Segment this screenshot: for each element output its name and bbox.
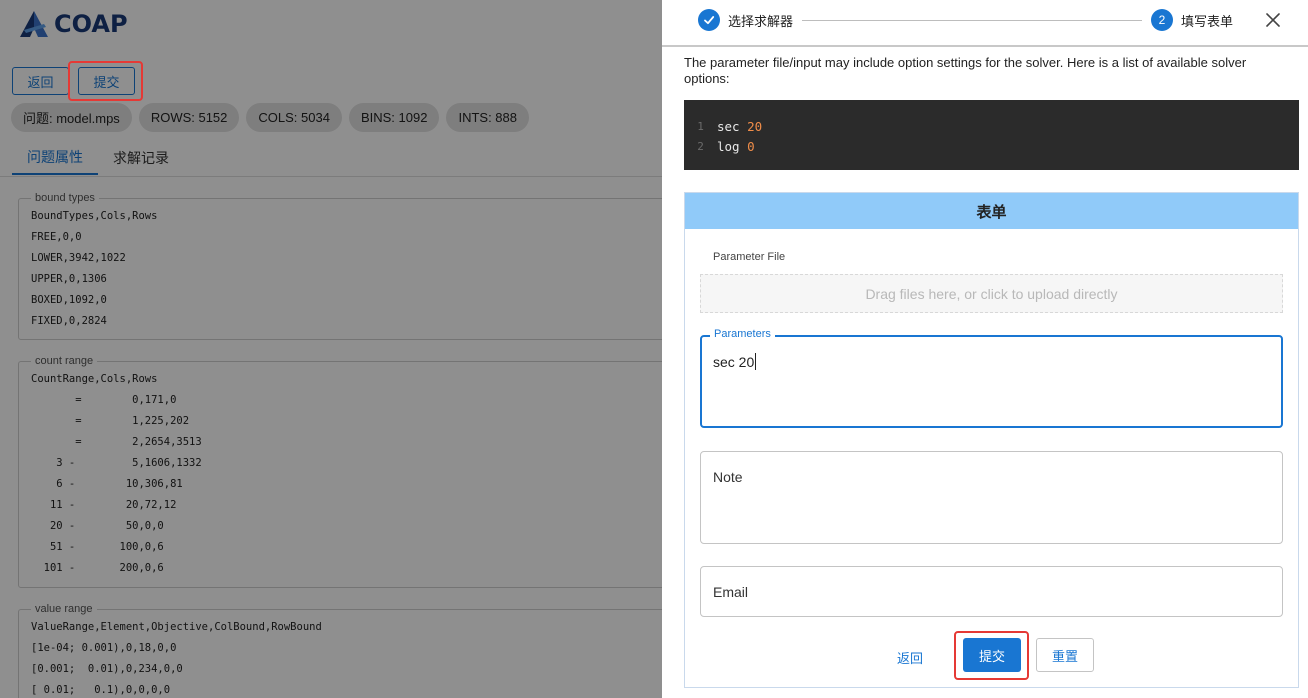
solver-options-description: The parameter file/input may include opt…: [684, 55, 1247, 86]
text-cursor: [755, 353, 757, 370]
parameters-value: sec 20: [713, 353, 757, 370]
step-connector: [802, 20, 1142, 21]
code-line: 2 log 0: [684, 137, 1299, 157]
line-number: 2: [697, 140, 704, 153]
form-back-button[interactable]: 返回: [897, 648, 923, 667]
code-key: log: [717, 139, 740, 154]
file-upload-dropzone[interactable]: Drag files here, or click to upload dire…: [700, 274, 1283, 313]
stepper-divider: [662, 45, 1308, 47]
parameter-file-label: Parameter File: [713, 251, 786, 263]
form-title: 表单: [685, 193, 1298, 229]
note-textarea[interactable]: Note: [700, 451, 1283, 544]
email-placeholder: Email: [713, 584, 749, 600]
submit-drawer: 选择求解器 2 填写表单 The parameter file/input ma…: [662, 0, 1308, 698]
code-line: 1 sec 20: [684, 117, 1299, 137]
code-value: 20: [747, 119, 763, 134]
parameters-text: sec 20: [713, 354, 755, 370]
code-value: 0: [747, 139, 755, 154]
note-placeholder: Note: [713, 469, 743, 485]
form-submit-button[interactable]: 提交: [963, 638, 1021, 672]
parameters-textarea[interactable]: Parameters sec 20: [700, 328, 1283, 428]
close-icon[interactable]: [1263, 10, 1283, 30]
form-card: 表单 Parameter File Drag files here, or cl…: [684, 192, 1299, 688]
stepper: 选择求解器 2 填写表单: [662, 0, 1308, 44]
step-1-label: 选择求解器: [728, 14, 794, 29]
step-2-label: 填写表单: [1181, 14, 1234, 29]
parameters-label: Parameters: [710, 328, 775, 340]
code-key: sec: [717, 119, 740, 134]
form-reset-button[interactable]: 重置: [1036, 638, 1094, 672]
email-field[interactable]: Email: [700, 566, 1283, 617]
solver-options-code-block: 1 sec 20 2 log 0: [684, 100, 1299, 170]
step-1-check-icon: [698, 9, 720, 31]
modal-backdrop[interactable]: [0, 0, 662, 698]
step-2-number: 2: [1151, 9, 1173, 31]
line-number: 1: [697, 120, 704, 133]
